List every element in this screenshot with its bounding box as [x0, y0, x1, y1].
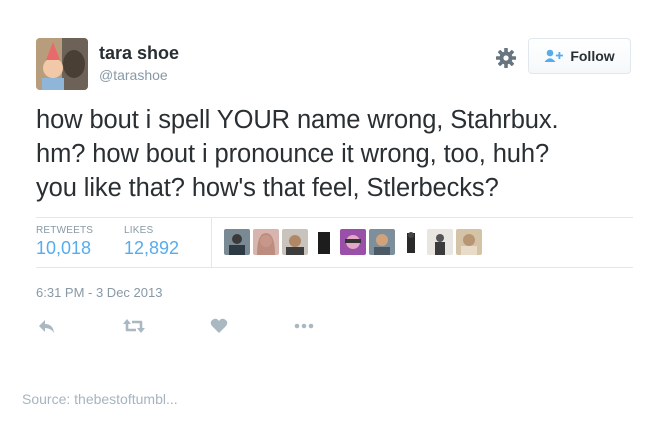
liker-avatar[interactable]	[253, 229, 279, 255]
reply-icon[interactable]	[38, 316, 56, 336]
like-heart-icon[interactable]	[210, 316, 228, 336]
more-icon[interactable]	[293, 316, 315, 336]
divider	[211, 218, 212, 267]
liker-avatar[interactable]	[282, 229, 308, 255]
liker-avatar[interactable]	[340, 229, 366, 255]
user-display-name[interactable]: tara shoe	[99, 43, 179, 64]
source-caption: Source: thebestoftumbl...	[22, 391, 178, 407]
user-handle[interactable]: @tarashoe	[99, 67, 168, 83]
liker-avatar[interactable]	[456, 229, 482, 255]
retweet-icon[interactable]	[122, 316, 146, 336]
follow-user-plus-icon	[544, 49, 564, 62]
tweet-timestamp[interactable]: 6:31 PM - 3 Dec 2013	[36, 285, 162, 300]
avatar-image	[36, 38, 88, 90]
retweets-count[interactable]: 10,018	[36, 238, 91, 259]
tweet-text: how bout i spell YOUR name wrong, Stahrb…	[36, 106, 559, 202]
liker-avatars	[224, 229, 482, 255]
user-avatar[interactable]	[36, 38, 88, 90]
likes-count[interactable]: 12,892	[124, 238, 179, 259]
likes-label: LIKES	[124, 225, 154, 236]
liker-avatar[interactable]	[369, 229, 395, 255]
retweets-label: RETWEETS	[36, 225, 94, 236]
liker-avatar[interactable]	[224, 229, 250, 255]
liker-avatar[interactable]	[398, 229, 424, 255]
liker-avatar[interactable]	[427, 229, 453, 255]
follow-button[interactable]: Follow	[528, 38, 631, 74]
divider	[36, 267, 633, 268]
tweet-card: tara shoe @tarashoe Follow how bout i sp…	[0, 0, 669, 426]
follow-button-label: Follow	[570, 48, 615, 64]
liker-avatar[interactable]	[311, 229, 337, 255]
gear-icon[interactable]	[495, 47, 517, 69]
divider	[36, 217, 633, 218]
